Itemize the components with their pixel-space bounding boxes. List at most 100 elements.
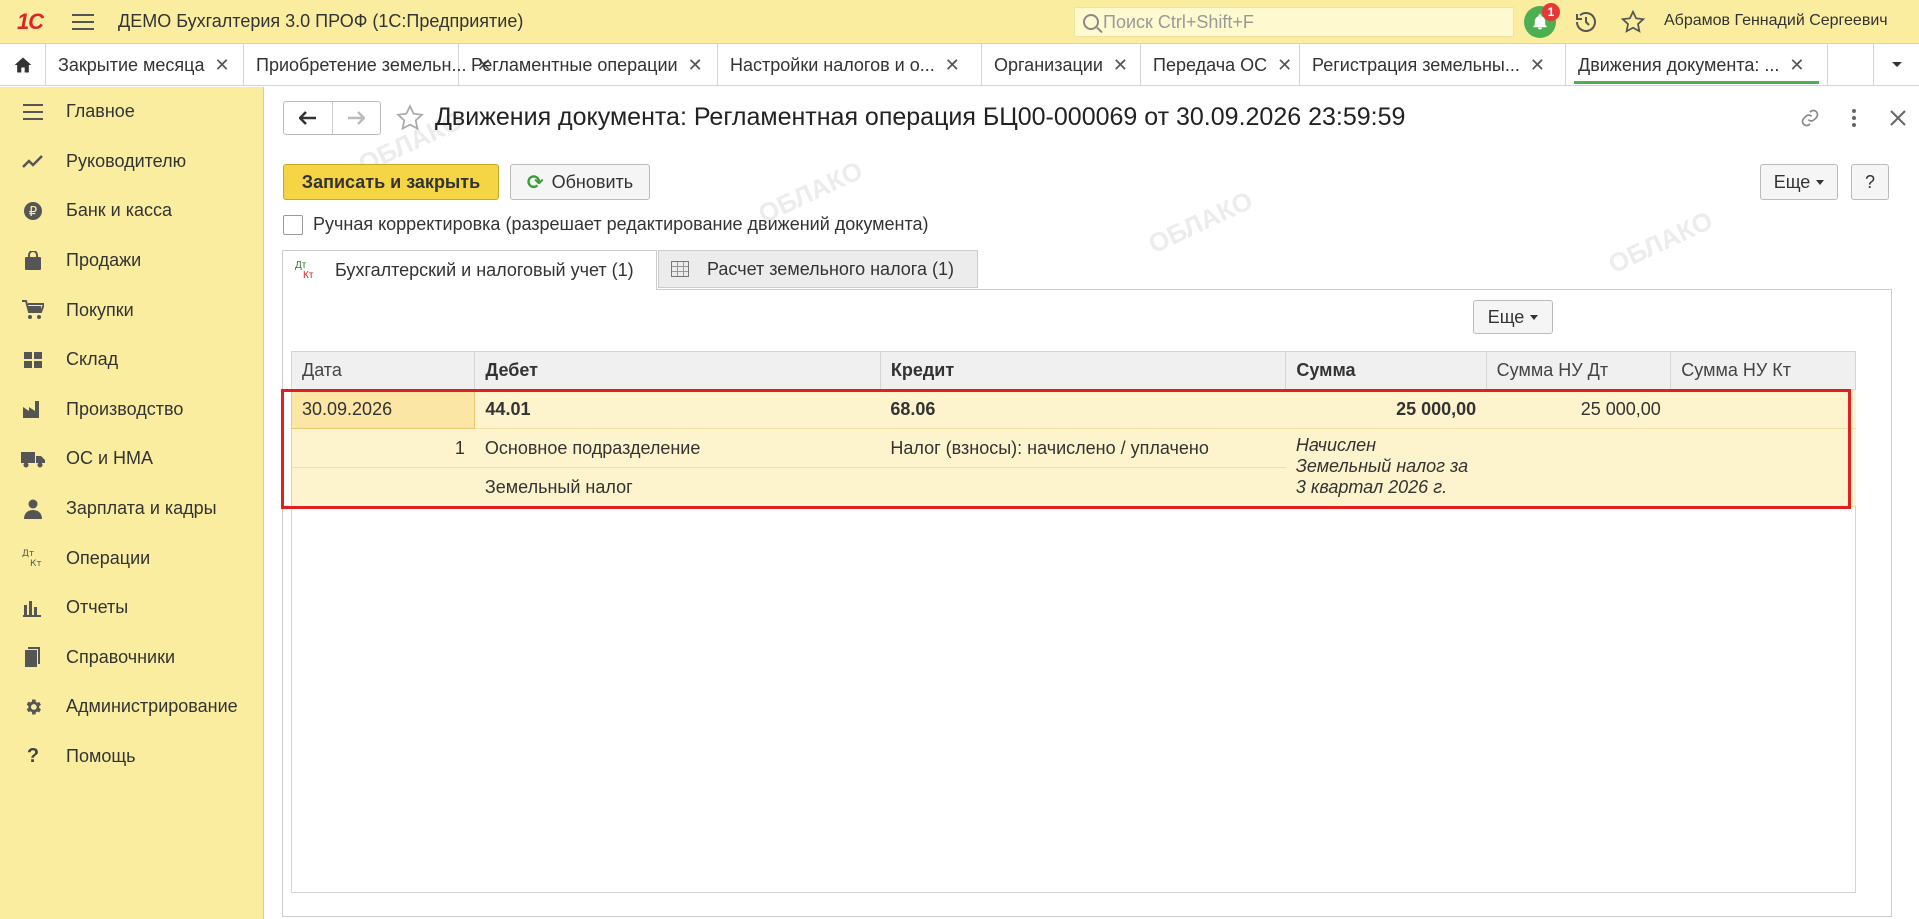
sidebar-item-administration[interactable]: Администрирование (0, 682, 263, 732)
sidebar-item-label: Отчеты (66, 597, 129, 618)
tab-tax-settings[interactable]: Настройки налогов и о... ✕ (718, 44, 982, 86)
cell-debit-subconto-2[interactable]: Земельный налог (474, 467, 881, 507)
tab-accounting[interactable]: Дт Кт Бухгалтерский и налоговый учет (1) (282, 250, 657, 290)
close-icon[interactable]: ✕ (1277, 55, 1292, 76)
tab-asset-transfer[interactable]: Передача ОС ✕ (1141, 44, 1300, 86)
sidebar-item-label: Производство (66, 398, 184, 419)
bag-icon (20, 248, 46, 274)
cell-debit-empty[interactable] (619, 389, 881, 429)
tab-label: Регистрация земельны... (1312, 54, 1520, 75)
tab-label: Движения документа: ... (1578, 54, 1780, 75)
user-name[interactable]: Абрамов Геннадий Сергеевич (1664, 12, 1888, 30)
search-input[interactable]: Поиск Ctrl+Shift+F (1074, 7, 1514, 37)
favorite-star-icon[interactable] (395, 103, 425, 133)
sidebar-item-main[interactable]: Главное (0, 87, 263, 137)
app-title: ДЕМО Бухгалтерия 3.0 ПРОФ (1С:Предприяти… (118, 11, 524, 31)
svg-text:Кт: Кт (30, 559, 42, 568)
forward-arrow-icon[interactable] (333, 102, 381, 134)
tab-land-acquisition[interactable]: Приобретение земельн... ✕ (244, 44, 492, 86)
col-amount[interactable]: Сумма (1285, 351, 1487, 390)
tab-land-tax-label: Расчет земельного налога (1) (707, 258, 954, 279)
cell-credit-account[interactable]: 68.06 (880, 389, 1026, 429)
manual-correction-checkbox[interactable] (283, 214, 303, 235)
ruble-icon: ₽ (20, 198, 46, 224)
cart-icon (20, 297, 46, 323)
search-icon (1083, 14, 1099, 30)
close-icon[interactable]: ✕ (1789, 55, 1804, 76)
sidebar-item-label: Банк и касса (66, 200, 172, 221)
refresh-button[interactable]: ⟳ Обновить (510, 164, 650, 200)
sidebar-item-salary[interactable]: Зарплата и кадры (0, 484, 263, 534)
cell-debit-account[interactable]: 44.01 (474, 389, 620, 429)
history-icon[interactable] (1574, 10, 1598, 34)
more-button[interactable]: Еще (1760, 164, 1838, 200)
cell-date[interactable]: 30.09.2026 (290, 389, 476, 429)
more-label: Еще (1773, 171, 1811, 192)
col-date[interactable]: Дата (290, 351, 476, 390)
cell-credit-subconto-2[interactable] (880, 467, 1286, 507)
chevron-down-icon (1816, 179, 1825, 185)
tab-accounting-label: Бухгалтерский и налоговый учет (1) (335, 260, 634, 280)
tab-organizations[interactable]: Организации ✕ (982, 44, 1141, 86)
home-icon[interactable] (0, 44, 46, 86)
help-button[interactable]: ? (1851, 164, 1889, 200)
refresh-label: Обновить (551, 171, 634, 192)
tabs-dropdown-icon[interactable] (1873, 44, 1919, 86)
sidebar-item-sales[interactable]: Продажи (0, 236, 263, 286)
sidebar-item-references[interactable]: Справочники (0, 633, 263, 683)
col-debit[interactable]: Дебет (474, 351, 881, 390)
col-amount-nu-dt[interactable]: Сумма НУ Дт (1485, 351, 1672, 390)
tab-month-close[interactable]: Закрытие месяца ✕ (46, 44, 244, 86)
sidebar-item-operations[interactable]: Дт Кт Операции (0, 533, 263, 583)
table-row[interactable]: 1 Основное подразделение Налог (взносы):… (291, 428, 1856, 507)
link-icon[interactable] (1799, 107, 1821, 129)
svg-text:Дт: Дт (22, 549, 34, 559)
panel-more-button[interactable]: Еще (1473, 300, 1553, 334)
col-credit[interactable]: Кредит (879, 351, 1287, 390)
close-icon[interactable]: ✕ (1113, 55, 1128, 76)
tab-document-movements[interactable]: Движения документа: ... ✕ (1566, 44, 1828, 86)
close-window-icon[interactable] (1887, 107, 1909, 129)
sidebar-item-label: Операции (66, 547, 151, 568)
table-row[interactable]: 30.09.2026 44.01 68.06 25 000,00 25 000,… (290, 389, 1856, 429)
question-icon: ? (26, 745, 40, 768)
sidebar-item-help[interactable]: ? Помощь (0, 732, 263, 782)
back-arrow-icon[interactable] (284, 102, 333, 134)
cell-amount[interactable]: 25 000,00 (1285, 389, 1487, 429)
col-amount-nu-kt[interactable]: Сумма НУ Кт (1670, 351, 1856, 390)
sidebar-item-warehouse[interactable]: Склад (0, 335, 263, 385)
sidebar-item-production[interactable]: Производство (0, 385, 263, 435)
tab-routine-operations[interactable]: Регламентные операции ✕ (459, 44, 718, 86)
cell-credit-subconto-1[interactable]: Налог (взносы): начислено / уплачено (880, 428, 1286, 468)
tab-land-tax[interactable]: Расчет земельного налога (1) (658, 250, 978, 288)
cell-debit-subconto-1[interactable]: Основное подразделение (474, 428, 881, 468)
sidebar-item-director[interactable]: Руководителю (0, 137, 263, 187)
refresh-icon: ⟳ (526, 171, 544, 194)
sidebar-item-bank[interactable]: ₽ Банк и касса (0, 186, 263, 236)
truck-icon (20, 446, 46, 472)
main-menu-icon[interactable] (72, 13, 94, 30)
cell-amount-nu-kt[interactable] (1670, 389, 1856, 429)
more-vertical-icon[interactable] (1843, 107, 1865, 129)
favorites-star-icon[interactable] (1620, 9, 1646, 35)
1c-logo[interactable]: 1С (8, 0, 52, 44)
sidebar-item-purchases[interactable]: Покупки (0, 285, 263, 335)
cell-amount-nu-dt[interactable]: 25 000,00 (1486, 389, 1671, 429)
save-and-close-button[interactable]: Записать и закрыть (283, 164, 499, 200)
manual-correction-label[interactable]: Ручная корректировка (разрешает редактир… (313, 214, 929, 235)
close-icon[interactable]: ✕ (214, 55, 229, 76)
close-icon[interactable]: ✕ (1530, 55, 1545, 76)
dtkt-icon: Дт Кт (20, 545, 46, 571)
chevron-down-icon (1530, 314, 1539, 320)
notifications-bell-icon[interactable]: 1 (1524, 3, 1560, 38)
tab-land-registration[interactable]: Регистрация земельны... ✕ (1300, 44, 1566, 86)
cell-credit-empty[interactable] (1025, 389, 1286, 429)
tab-label: Регламентные операции (471, 54, 678, 75)
close-icon[interactable]: ✕ (688, 55, 703, 76)
sidebar-item-reports[interactable]: Отчеты (0, 583, 263, 633)
table-icon (671, 261, 689, 277)
search-placeholder: Поиск Ctrl+Shift+F (1103, 11, 1254, 32)
cell-content[interactable]: Начислен Земельный налог за 3 квартал 20… (1285, 428, 1487, 507)
close-icon[interactable]: ✕ (945, 55, 960, 76)
sidebar-item-fixed-assets[interactable]: ОС и НМА (0, 434, 263, 484)
